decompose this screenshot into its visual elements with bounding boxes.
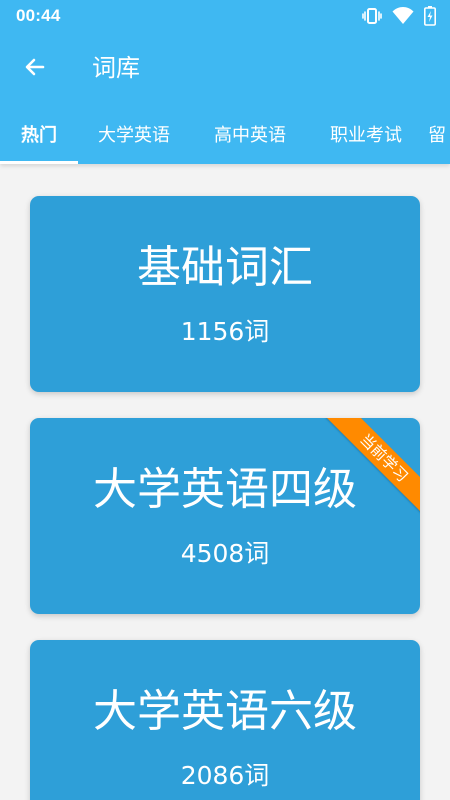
tab-hot[interactable]: 热门 — [0, 104, 78, 164]
wordbank-card-cet4[interactable]: 当前学习 大学英语四级 4508词 — [30, 418, 420, 614]
tab-bar: 热门 大学英语 高中英语 职业考试 留 — [0, 104, 450, 164]
page-title: 词库 — [92, 54, 140, 82]
card-title: 大学英语四级 — [93, 464, 357, 515]
tab-career-exams[interactable]: 职业考试 — [314, 104, 418, 164]
tab-study-abroad[interactable]: 留 — [428, 104, 450, 164]
header: 00:44 词库 热门 大学英语 高中英语 职业考试 留 — [0, 0, 450, 164]
battery-charging-icon — [424, 6, 436, 26]
wifi-icon — [392, 7, 414, 24]
wordbank-card-basic[interactable]: 基础词汇 1156词 — [30, 196, 420, 392]
status-time: 00:44 — [16, 6, 61, 25]
status-icons — [362, 6, 436, 26]
card-word-count: 4508词 — [180, 539, 270, 568]
arrow-left-icon — [25, 58, 45, 76]
tab-college-english[interactable]: 大学英语 — [82, 104, 186, 164]
wordbank-card-cet6[interactable]: 大学英语六级 2086词 — [30, 640, 420, 800]
app-bar: 词库 — [0, 32, 450, 104]
card-title: 基础词汇 — [137, 242, 313, 293]
card-word-count: 1156词 — [180, 317, 270, 346]
vibrate-icon — [362, 8, 382, 24]
status-bar: 00:44 — [0, 0, 450, 32]
card-word-count: 2086词 — [180, 761, 270, 790]
back-button[interactable] — [12, 44, 58, 90]
tab-indicator — [0, 161, 78, 164]
wordbank-list[interactable]: 基础词汇 1156词 当前学习 大学英语四级 4508词 大学英语六级 2086… — [0, 164, 450, 800]
tab-high-school-english[interactable]: 高中英语 — [198, 104, 302, 164]
card-title: 大学英语六级 — [93, 686, 357, 737]
